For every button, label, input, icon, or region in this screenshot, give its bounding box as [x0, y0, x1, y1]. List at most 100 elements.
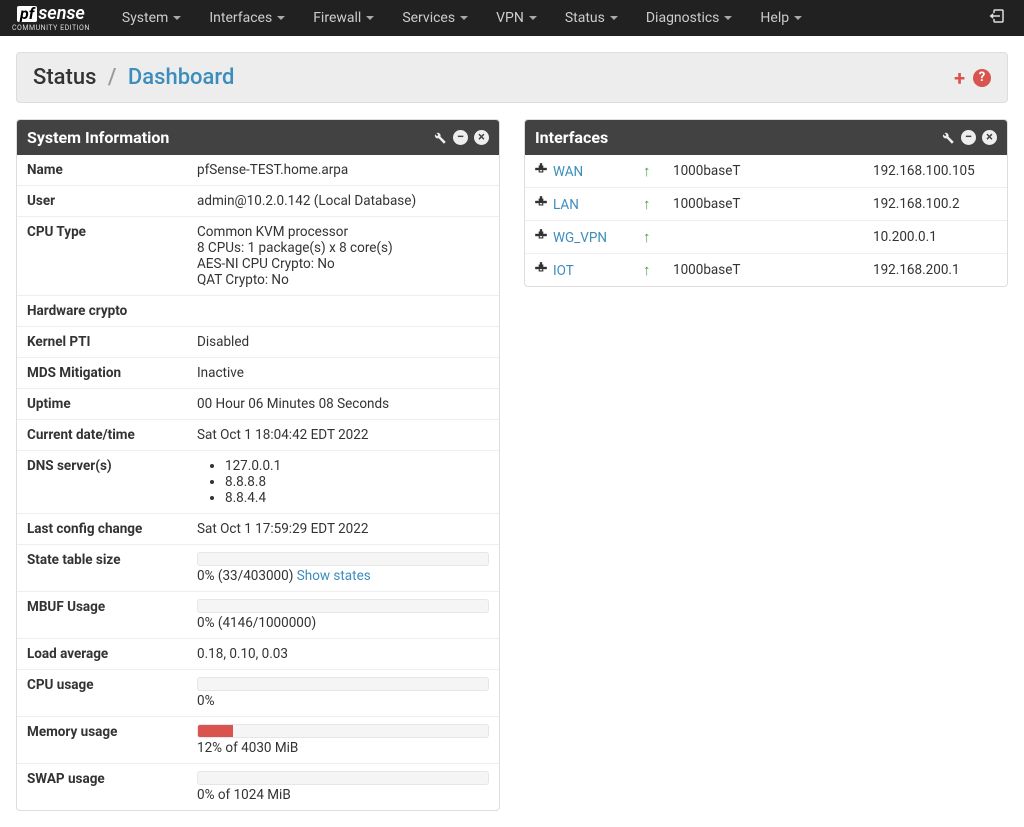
row-label: SWAP usage [17, 764, 187, 811]
show-states-link[interactable]: Show states [297, 568, 371, 584]
interface-media [665, 221, 865, 254]
nav-diagnostics[interactable]: Diagnostics [632, 0, 747, 36]
row-label: Hardware crypto [17, 296, 187, 327]
row-value: 0% (4146/1000000) [187, 592, 499, 639]
row-value: 0% of 1024 MiB [187, 764, 499, 811]
logout-icon[interactable] [982, 7, 1012, 30]
caret-icon [529, 16, 537, 20]
row-value: 0% [187, 670, 499, 717]
row-value: 00 Hour 06 Minutes 08 Seconds [187, 389, 499, 420]
row-value [187, 296, 499, 327]
row-value: Sat Oct 1 17:59:29 EDT 2022 [187, 514, 499, 545]
row-value: 0.18, 0.10, 0.03 [187, 639, 499, 670]
breadcrumb-root[interactable]: Status [33, 65, 96, 90]
swap-progress [197, 771, 489, 785]
caret-icon [277, 16, 285, 20]
nav-firewall[interactable]: Firewall [299, 0, 388, 36]
row-label: Last config change [17, 514, 187, 545]
nav-vpn[interactable]: VPN [482, 0, 551, 36]
row-label: Uptime [17, 389, 187, 420]
row-label: Load average [17, 639, 187, 670]
caret-icon [610, 16, 618, 20]
nav-interfaces[interactable]: Interfaces [195, 0, 299, 36]
row-label: Kernel PTI [17, 327, 187, 358]
wrench-icon[interactable] [939, 130, 955, 146]
row-value: Disabled [187, 327, 499, 358]
caret-icon [460, 16, 468, 20]
interface-link[interactable]: WG_VPN [553, 230, 607, 246]
panel-title: System Information [27, 128, 169, 147]
help-button[interactable]: ? [973, 69, 991, 87]
row-label: User [17, 186, 187, 217]
interface-media: 1000baseT [665, 155, 865, 188]
interface-link[interactable]: IOT [553, 263, 574, 279]
nav-services[interactable]: Services [388, 0, 482, 36]
interface-row: WG_VPN ↑ 10.200.0.1 [525, 221, 1007, 254]
row-value: 127.0.0.1 8.8.8.8 8.8.4.4 [187, 451, 499, 514]
panel-heading: Interfaces − × [525, 120, 1007, 155]
row-value: Inactive [187, 358, 499, 389]
nav-status[interactable]: Status [551, 0, 632, 36]
interface-row: IOT ↑ 1000baseT 192.168.200.1 [525, 254, 1007, 287]
interface-row: LAN↑1000baseT 192.168.100.2 [525, 188, 1007, 221]
interface-link[interactable]: WAN [553, 164, 583, 180]
close-icon[interactable]: × [474, 130, 489, 145]
row-label: Name [17, 155, 187, 186]
page-header: Status / Dashboard + ? [16, 52, 1008, 103]
row-value: 12% of 4030 MiB [187, 717, 499, 764]
caret-icon [794, 16, 802, 20]
minimize-icon[interactable]: − [961, 130, 976, 145]
mbuf-progress [197, 599, 489, 613]
status-up-icon: ↑ [643, 261, 651, 279]
caret-icon [173, 16, 181, 20]
breadcrumb: Status / Dashboard [33, 65, 234, 90]
row-value: 0% (33/403000) Show states [187, 545, 499, 592]
interface-media: 1000baseT [665, 188, 865, 221]
dashboard: System Information − × NamepfSense-TEST.… [0, 119, 1024, 827]
caret-icon [366, 16, 374, 20]
brand-edition: COMMUNITY EDITION [12, 25, 90, 32]
row-value: pfSense-TEST.home.arpa [187, 155, 499, 186]
cpu-progress [197, 677, 489, 691]
nav-help[interactable]: Help [746, 0, 816, 36]
row-label: State table size [17, 545, 187, 592]
row-label: CPU usage [17, 670, 187, 717]
system-info-table: NamepfSense-TEST.home.arpa Useradmin@10.… [17, 155, 499, 810]
top-navbar: pf sense COMMUNITY EDITION System Interf… [0, 0, 1024, 36]
nav-menu: System Interfaces Firewall Services VPN … [108, 0, 816, 36]
brand-pf: pf [17, 6, 37, 22]
interface-ip: 10.200.0.1 [865, 221, 1007, 254]
interface-link[interactable]: LAN [553, 197, 579, 213]
interface-ip: 192.168.200.1 [865, 254, 1007, 287]
add-widget-button[interactable]: + [954, 66, 965, 90]
row-label: DNS server(s) [17, 451, 187, 514]
row-label: Current date/time [17, 420, 187, 451]
minimize-icon[interactable]: − [453, 130, 468, 145]
row-value: Common KVM processor 8 CPUs: 1 package(s… [187, 217, 499, 296]
state-progress [197, 552, 489, 566]
interface-ip: 192.168.100.105 [865, 155, 1007, 188]
interfaces-table: WAN↑1000baseT 192.168.100.105LAN↑1000bas… [525, 155, 1007, 286]
brand-sense: sense [38, 5, 85, 23]
interface-row: WAN↑1000baseT 192.168.100.105 [525, 155, 1007, 188]
interfaces-panel: Interfaces − × WAN↑1000baseT 192.168.100… [524, 119, 1008, 287]
interface-media: 1000baseT [665, 254, 865, 287]
row-label: Memory usage [17, 717, 187, 764]
interface-ip: 192.168.100.2 [865, 188, 1007, 221]
breadcrumb-page[interactable]: Dashboard [128, 65, 234, 90]
mem-progress [197, 724, 489, 738]
close-icon[interactable]: × [982, 130, 997, 145]
sitemap-icon [533, 230, 549, 246]
sitemap-icon [533, 197, 549, 213]
caret-icon [724, 16, 732, 20]
panel-heading: System Information − × [17, 120, 499, 155]
breadcrumb-sep: / [108, 65, 117, 90]
wrench-icon[interactable] [431, 130, 447, 146]
sitemap-icon [533, 263, 549, 279]
sitemap-icon [533, 164, 549, 180]
brand-logo[interactable]: pf sense COMMUNITY EDITION [12, 5, 90, 32]
nav-system[interactable]: System [108, 0, 195, 36]
row-value: Sat Oct 1 18:04:42 EDT 2022 [187, 420, 499, 451]
row-label: CPU Type [17, 217, 187, 296]
status-up-icon: ↑ [643, 228, 651, 246]
